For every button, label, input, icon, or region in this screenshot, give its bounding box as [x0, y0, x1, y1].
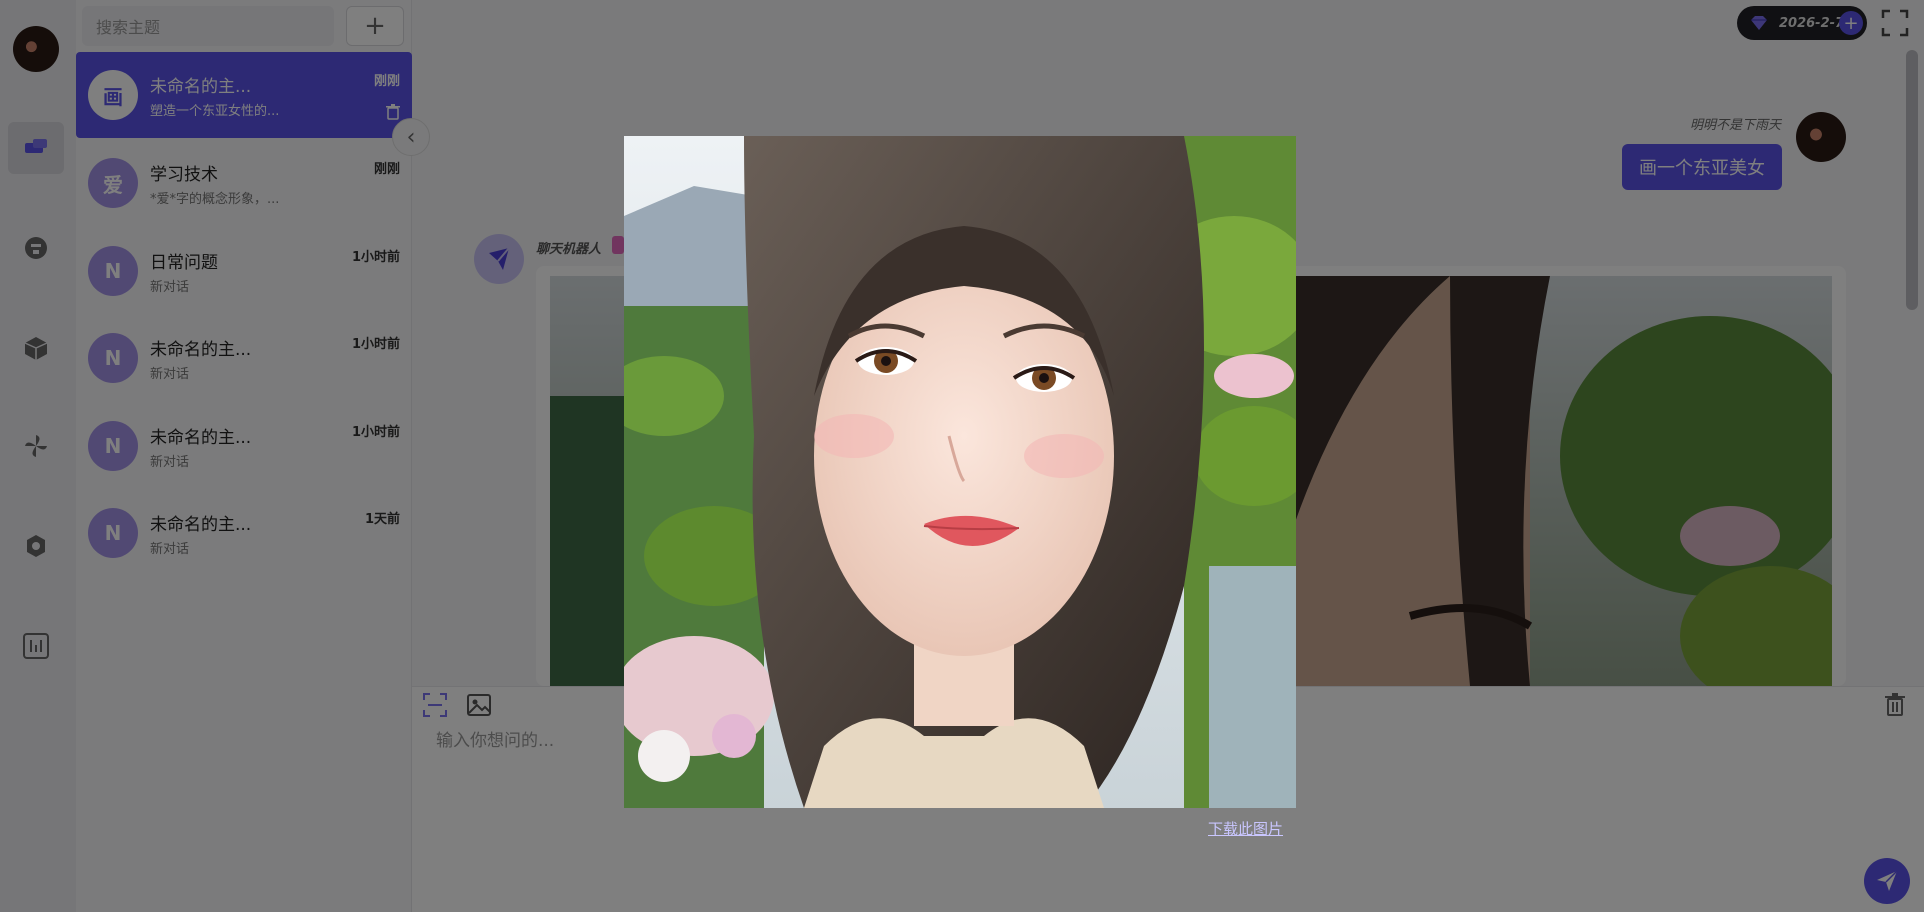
download-image-link[interactable]: 下载此图片: [1208, 818, 1283, 839]
image-preview: [624, 136, 1296, 808]
portrait-image: [624, 136, 1296, 808]
